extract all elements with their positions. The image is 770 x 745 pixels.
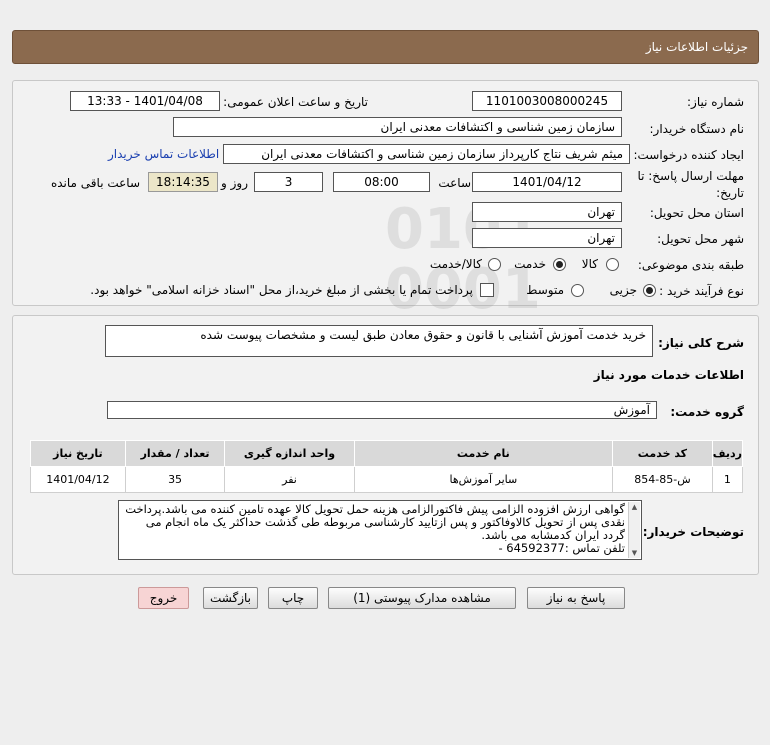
deadline-label: مهلت ارسال پاسخ: تا تاریخ: xyxy=(637,169,744,200)
col-header-service-name: نام خدمت xyxy=(353,440,614,467)
creator-label: ایجاد کننده درخواست: xyxy=(633,148,744,162)
col-header-quantity: تعداد / مقدار xyxy=(124,440,226,467)
category-radio-service[interactable] xyxy=(553,258,566,271)
province-label: استان محل تحویل: xyxy=(649,206,744,220)
days-remaining-field: 3 xyxy=(254,172,323,192)
announce-date-label: تاریخ و ساعت اعلان عمومی: xyxy=(223,95,368,109)
service-group-field: آموزش xyxy=(107,401,657,419)
category-goods-label: کالا xyxy=(581,257,598,271)
view-attachments-button[interactable]: مشاهده مدارک پیوستی (1) xyxy=(328,587,516,609)
process-radio-medium[interactable] xyxy=(571,284,584,297)
cell-need-date: 1401/04/12 xyxy=(30,466,126,493)
process-medium-label: متوسط xyxy=(526,283,564,297)
service-group-label: گروه خدمت: xyxy=(670,405,744,419)
table-header-row: ردیف کد خدمت نام خدمت واحد اندازه گیری ت… xyxy=(30,440,744,467)
back-button[interactable]: بازگشت xyxy=(203,587,258,609)
category-radio-goods-service[interactable] xyxy=(488,258,501,271)
category-radio-goods[interactable] xyxy=(606,258,619,271)
summary-text: خرید خدمت آموزش آشنایی با قانون و حقوق م… xyxy=(200,328,646,342)
buyer-contact-link[interactable]: اطلاعات تماس خریدار xyxy=(108,147,219,161)
cell-quantity: 35 xyxy=(124,466,226,493)
summary-label: شرح کلی نیاز: xyxy=(658,336,744,350)
need-number-label: شماره نیاز: xyxy=(687,95,744,109)
category-label: طبقه بندی موضوعی: xyxy=(637,258,744,272)
deadline-date-field: 1401/04/12 xyxy=(472,172,622,192)
process-radio-minor[interactable] xyxy=(643,284,656,297)
time-remaining-field: 18:14:35 xyxy=(148,172,218,192)
buyer-org-field: سازمان زمین شناسی و اکتشافات معدنی ایران xyxy=(173,117,622,137)
time-remaining-label: ساعت باقی مانده xyxy=(50,176,140,190)
need-number-field: 1101003008000245 xyxy=(472,91,622,111)
category-service-label: خدمت xyxy=(514,257,546,271)
page-title: جزئیات اطلاعات نیاز xyxy=(645,40,748,54)
cell-service-code: ش-85-854 xyxy=(612,466,713,493)
col-header-need-date: تاریخ نیاز xyxy=(30,440,126,467)
buyer-notes-field[interactable]: گواهی ارزش افزوده الزامی پیش فاکتورالزام… xyxy=(118,500,642,560)
days-label: روز و xyxy=(221,176,248,190)
col-header-unit: واحد اندازه گیری xyxy=(224,440,355,467)
col-header-service-code: کد خدمت xyxy=(612,440,713,467)
province-field: تهران xyxy=(472,202,622,222)
process-minor-label: جزیی xyxy=(609,283,637,297)
summary-field: خرید خدمت آموزش آشنایی با قانون و حقوق م… xyxy=(105,325,653,357)
services-section-title: اطلاعات خدمات مورد نیاز xyxy=(593,368,744,382)
cell-service-name: سایر آموزش‌ها xyxy=(353,466,614,493)
cell-unit: نفر xyxy=(224,466,355,493)
city-field: تهران xyxy=(472,228,622,248)
buyer-notes-phone: تلفن تماس :64592377 - xyxy=(498,541,625,555)
treasury-payment-checkbox[interactable] xyxy=(480,283,494,297)
col-header-row-number: ردیف xyxy=(711,440,744,467)
treasury-payment-note: پرداخت تمام یا بخشی از مبلغ خرید،از محل … xyxy=(90,283,473,297)
city-label: شهر محل تحویل: xyxy=(657,232,744,246)
page-header: جزئیات اطلاعات نیاز xyxy=(12,30,759,64)
scroll-down-arrow-icon[interactable]: ▼ xyxy=(629,548,640,558)
announce-date-field: 1401/04/08 - 13:33 xyxy=(70,91,220,111)
table-row: 1 ش-85-854 سایر آموزش‌ها نفر 35 1401/04/… xyxy=(30,466,744,493)
deadline-time-label: ساعت xyxy=(438,176,471,190)
buyer-org-label: نام دستگاه خریدار: xyxy=(649,122,745,136)
category-goods-service-label: کالا/خدمت xyxy=(429,257,482,271)
deadline-time-field: 08:00 xyxy=(333,172,430,192)
services-table: ردیف کد خدمت نام خدمت واحد اندازه گیری ت… xyxy=(30,440,744,493)
reply-button[interactable]: پاسخ به نیاز xyxy=(527,587,625,609)
cell-row-number: 1 xyxy=(711,466,744,493)
buyer-notes-text: گواهی ارزش افزوده الزامی پیش فاکتورالزام… xyxy=(125,502,625,542)
process-type-label: نوع فرآیند خرید : xyxy=(659,284,744,298)
print-button[interactable]: چاپ xyxy=(268,587,318,609)
scroll-up-arrow-icon[interactable]: ▲ xyxy=(629,502,640,512)
buyer-notes-label: توضیحات خریدار: xyxy=(642,525,744,539)
creator-field: میثم شریف نتاج کارپرداز سازمان زمین شناس… xyxy=(223,144,630,164)
buyer-notes-scrollbar[interactable]: ▲ ▼ xyxy=(628,502,640,558)
exit-button[interactable]: خروج xyxy=(138,587,189,609)
